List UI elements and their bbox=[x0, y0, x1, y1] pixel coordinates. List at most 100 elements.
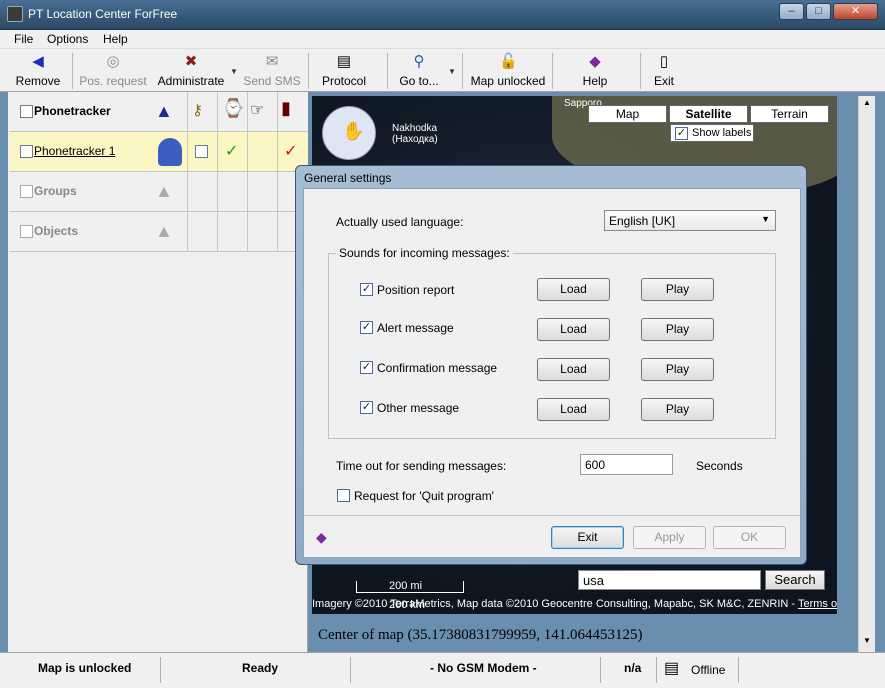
language-label: Actually used language: bbox=[336, 215, 464, 229]
divider bbox=[217, 212, 218, 252]
seconds-label: Seconds bbox=[696, 459, 743, 473]
menu-bar: File Options Help bbox=[0, 30, 885, 49]
remove-arrow-icon: ◀ bbox=[32, 53, 44, 70]
alert-message-checkbox[interactable]: ✓ bbox=[360, 321, 373, 334]
navigation-arrow-icon: ▲ bbox=[155, 181, 173, 201]
play-button[interactable]: Play bbox=[641, 318, 714, 341]
divider bbox=[187, 92, 188, 132]
door-icon: ▯ bbox=[659, 53, 669, 70]
play-button[interactable]: Play bbox=[641, 358, 714, 381]
menu-options[interactable]: Options bbox=[47, 32, 88, 46]
separator bbox=[738, 657, 739, 683]
help-button[interactable]: ◆ Help bbox=[570, 49, 620, 92]
dialog-title: General settings bbox=[304, 171, 392, 185]
pos-request-button[interactable]: ◎ Pos. request bbox=[78, 49, 148, 92]
separator bbox=[640, 53, 641, 89]
send-sms-button[interactable]: ✉ Send SMS bbox=[240, 49, 304, 92]
scroll-up-icon[interactable]: ▲ bbox=[863, 98, 871, 107]
checkbox[interactable] bbox=[20, 105, 33, 118]
map-type-satellite[interactable]: Satellite bbox=[669, 105, 748, 123]
divider bbox=[247, 132, 248, 172]
divider bbox=[277, 132, 278, 172]
play-button[interactable]: Play bbox=[641, 278, 714, 301]
chevron-down-icon[interactable]: ▼ bbox=[448, 67, 456, 76]
load-button[interactable]: Load bbox=[537, 318, 610, 341]
load-button[interactable]: Load bbox=[537, 398, 610, 421]
phone-icon: ▮ bbox=[281, 98, 291, 118]
help-book-icon[interactable]: ◆ bbox=[316, 529, 327, 546]
load-button[interactable]: Load bbox=[537, 278, 610, 301]
show-labels-checkbox[interactable]: ✓ bbox=[675, 127, 688, 140]
objects-row[interactable]: Objects ▲ bbox=[10, 212, 308, 252]
status-gsm: - No GSM Modem - bbox=[430, 661, 537, 675]
scroll-down-icon[interactable]: ▼ bbox=[863, 636, 871, 645]
load-button[interactable]: Load bbox=[537, 358, 610, 381]
tracker-name[interactable]: Phonetracker 1 bbox=[34, 144, 115, 158]
divider bbox=[247, 212, 248, 252]
apply-button[interactable]: Apply bbox=[633, 526, 706, 549]
chevron-down-icon: ▼ bbox=[761, 214, 770, 224]
chevron-down-icon[interactable]: ▼ bbox=[230, 67, 238, 76]
navigation-arrow-icon: ▲ bbox=[155, 101, 173, 121]
map-center-readout: Center of map (35.17380831799959, 141.06… bbox=[318, 627, 643, 643]
checkbox[interactable] bbox=[20, 145, 33, 158]
position-report-label: Position report bbox=[377, 283, 455, 297]
vertical-scrollbar[interactable]: ▲ ▼ bbox=[858, 96, 875, 652]
checkbox[interactable] bbox=[20, 225, 33, 238]
play-button[interactable]: Play bbox=[641, 398, 714, 421]
map-search-button[interactable]: Search bbox=[765, 570, 825, 590]
position-report-checkbox[interactable]: ✓ bbox=[360, 283, 373, 296]
menu-file[interactable]: File bbox=[14, 32, 33, 46]
separator bbox=[72, 53, 73, 89]
checkbox[interactable] bbox=[20, 185, 33, 198]
device-icon: ▤ bbox=[664, 660, 680, 677]
close-button[interactable]: ✕ bbox=[833, 3, 878, 20]
remove-button[interactable]: ◀ Remove bbox=[8, 49, 68, 92]
exit-button[interactable]: Exit bbox=[551, 526, 624, 549]
check-green-icon: ✓ bbox=[225, 143, 239, 160]
timeout-input[interactable]: 600 bbox=[580, 454, 673, 475]
protocol-button[interactable]: ▤ Protocol bbox=[314, 49, 374, 92]
attribution: Imagery ©2010 TerraMetrics, Map data ©20… bbox=[312, 598, 837, 614]
minimize-button[interactable]: – bbox=[779, 3, 804, 20]
divider bbox=[247, 172, 248, 212]
map-unlocked-button[interactable]: 🔓 Map unlocked bbox=[468, 49, 548, 92]
divider bbox=[217, 92, 218, 132]
book-icon: ◆ bbox=[589, 53, 601, 70]
goto-button[interactable]: ⚲ Go to... bbox=[393, 49, 445, 92]
divider bbox=[304, 515, 800, 516]
ok-button[interactable]: OK bbox=[713, 526, 786, 549]
status-connection: Offline bbox=[691, 663, 726, 677]
map-search-input[interactable]: usa bbox=[578, 570, 761, 590]
exit-button[interactable]: ▯ Exit bbox=[645, 49, 683, 92]
tracker-row[interactable]: Phonetracker 1 ✓ ✓ bbox=[10, 132, 308, 172]
administrate-button[interactable]: ✖ Administrate bbox=[155, 49, 227, 92]
key-icon: ⚷ bbox=[192, 102, 203, 119]
status-map-lock: Map is unlocked bbox=[38, 661, 132, 675]
toolbar: ◀ Remove ◎ Pos. request ✖ Administrate ▼ ✉ S… bbox=[0, 49, 885, 92]
terms-link[interactable]: Terms of Use bbox=[798, 598, 837, 610]
divider bbox=[187, 172, 188, 212]
groups-row[interactable]: Groups ▲ bbox=[10, 172, 308, 212]
confirmation-message-checkbox[interactable]: ✓ bbox=[360, 361, 373, 374]
show-labels-option[interactable]: ✓ Show labels bbox=[670, 124, 754, 142]
timeout-label: Time out for sending messages: bbox=[336, 459, 507, 473]
divider bbox=[247, 92, 248, 132]
divider bbox=[277, 212, 278, 252]
pan-control[interactable]: ✋ bbox=[322, 106, 376, 160]
sms-icon: ✉ bbox=[265, 53, 279, 70]
menu-help[interactable]: Help bbox=[103, 32, 128, 46]
language-select[interactable]: English [UK] ▼ bbox=[604, 210, 776, 231]
divider bbox=[187, 212, 188, 252]
other-message-checkbox[interactable]: ✓ bbox=[360, 401, 373, 414]
map-type-map[interactable]: Map bbox=[588, 105, 667, 123]
app-icon bbox=[7, 6, 23, 22]
maximize-button[interactable]: □ bbox=[806, 3, 831, 20]
quit-request-checkbox[interactable] bbox=[337, 489, 350, 502]
map-type-terrain[interactable]: Terrain bbox=[750, 105, 829, 123]
tools-icon: ✖ bbox=[184, 53, 198, 70]
confirmation-message-label: Confirmation message bbox=[377, 361, 498, 375]
dialog-body: Actually used language: English [UK] ▼ S… bbox=[303, 188, 801, 558]
checkbox[interactable] bbox=[195, 145, 208, 158]
separator bbox=[387, 53, 388, 89]
